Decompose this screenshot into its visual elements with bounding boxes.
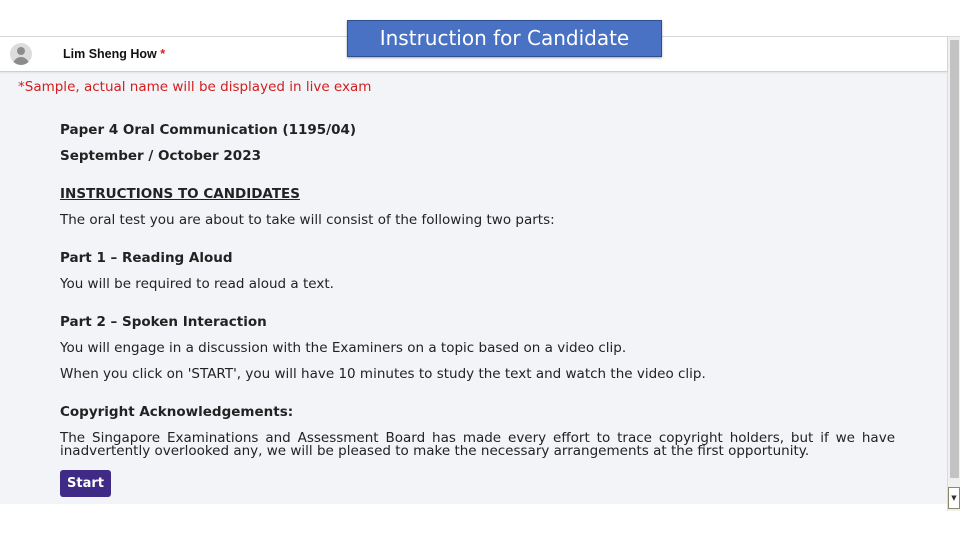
paper-title: Paper 4 Oral Communication (1195/04) [60,122,357,138]
part1-text: You will be required to read aloud a tex… [60,276,334,292]
start-button[interactable]: Start [60,470,111,497]
page-title-banner: Instruction for Candidate [347,20,662,57]
candidate-name: Lim Sheng How [63,47,157,61]
user-avatar-icon [10,43,32,65]
copyright-text: The Singapore Examinations and Assessmen… [60,430,895,459]
copyright-title: Copyright Acknowledgements: [60,404,294,420]
scrollbar-thumb[interactable] [950,40,959,478]
instructions-intro: The oral test you are about to take will… [60,212,555,228]
required-mark: * [160,47,166,61]
sample-name-note: *Sample, actual name will be displayed i… [18,79,372,95]
part2-text-start-info: When you click on 'START', you will have… [60,366,706,382]
vertical-scrollbar[interactable]: ▼ [947,37,960,511]
part2-title: Part 2 – Spoken Interaction [60,314,267,330]
part2-text-discussion: You will engage in a discussion with the… [60,340,627,356]
exam-session: September / October 2023 [60,148,261,164]
scroll-down-arrow-icon[interactable]: ▼ [948,487,960,509]
part1-title: Part 1 – Reading Aloud [60,250,233,266]
instructions-heading: INSTRUCTIONS TO CANDIDATES [60,186,300,202]
candidate-name-label: Lim Sheng How * [63,47,165,61]
instructions-panel: *Sample, actual name will be displayed i… [0,72,947,504]
